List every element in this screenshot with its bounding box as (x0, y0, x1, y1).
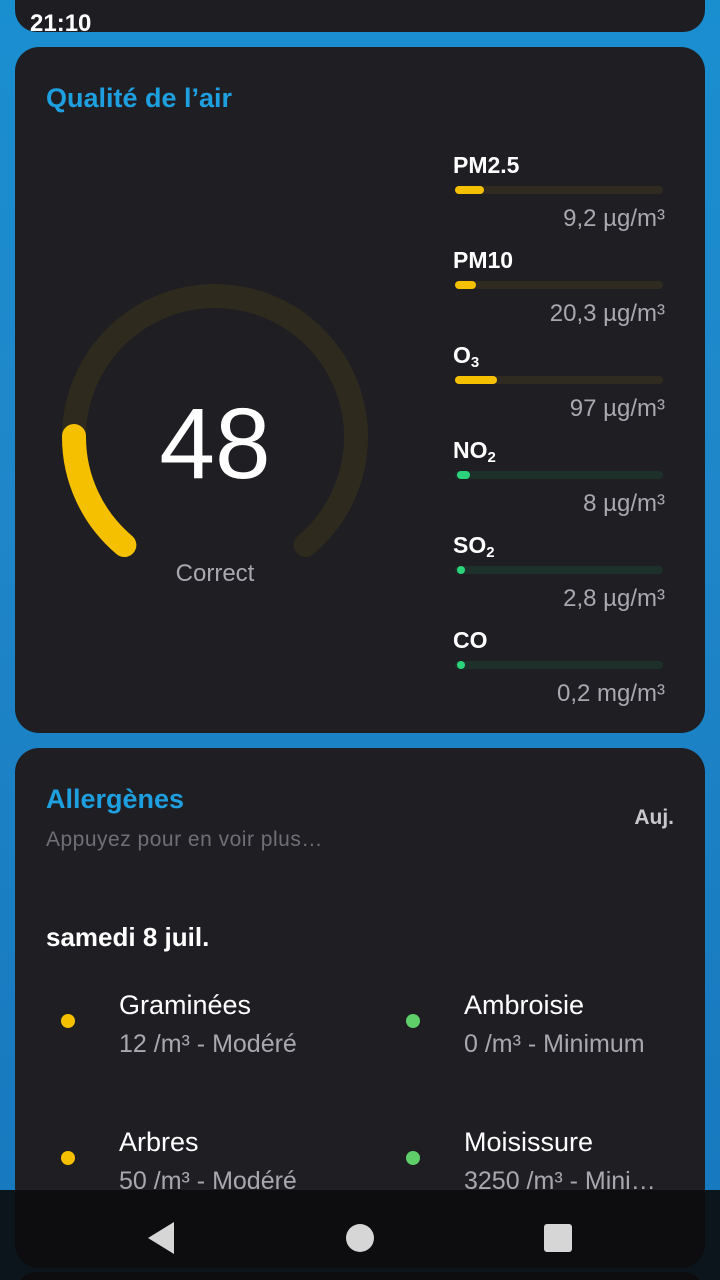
back-icon[interactable] (142, 1218, 182, 1258)
navigation-bar (0, 1190, 720, 1280)
pollutant-symbol: O (453, 342, 471, 368)
pollutant-value: 9,2 µg/m³ (563, 205, 665, 232)
allergen-name: Graminées (119, 990, 252, 1020)
pollutant-value: 20,3 µg/m³ (549, 300, 665, 327)
status-bar: 21:10 (0, 0, 720, 37)
pollutant-value: 2,8 µg/m³ (563, 585, 665, 612)
allergen-name: Arbres (119, 1127, 199, 1157)
allergens-date: samedi 8 juil. (46, 922, 210, 952)
allergen-item[interactable]: Ambroisie 0 /m³ - Minimum (406, 990, 706, 1070)
pollutant-bar (455, 661, 663, 669)
pollutant-bar (455, 376, 663, 384)
air-quality-title: Qualité de l’air (46, 83, 233, 113)
aqi-label: Correct (175, 560, 255, 587)
pollutant-name: SO2 (453, 532, 495, 561)
pollutant-bar (455, 186, 663, 194)
pollutant-row: SO2 2,8 µg/m³ (453, 532, 683, 622)
pollutant-symbol: CO (453, 627, 488, 653)
pollutant-row: CO 0,2 mg/m³ (453, 627, 683, 717)
pollutant-name: PM2.5 (453, 152, 519, 179)
pollutant-name: PM10 (453, 247, 513, 274)
aqi-gauge: 48 Correct (55, 277, 375, 617)
pollutant-value: 8 µg/m³ (583, 490, 665, 517)
pollutant-name: O3 (453, 342, 479, 371)
pollutant-row: O3 97 µg/m³ (453, 342, 683, 432)
pollutant-symbol: PM2.5 (453, 152, 520, 178)
pollutant-value: 97 µg/m³ (569, 395, 665, 422)
allergen-level-dot (61, 1014, 75, 1028)
pollutant-row: NO2 8 µg/m³ (453, 437, 683, 527)
pollutant-bar-fill (457, 661, 465, 669)
pollutant-name: CO (453, 627, 488, 654)
allergens-title: Allergènes (46, 784, 185, 814)
allergen-level-dot (61, 1151, 75, 1165)
pollutant-subscript: 3 (470, 354, 480, 371)
allergens-period[interactable]: Auj. (634, 806, 674, 830)
allergen-level-dot (406, 1014, 420, 1028)
pollutant-value: 0,2 mg/m³ (556, 680, 665, 707)
pollutant-bar-fill (457, 566, 465, 574)
recents-icon[interactable] (538, 1218, 578, 1258)
pollutant-subscript: 2 (487, 449, 496, 466)
pollutant-symbol: SO (453, 532, 487, 558)
pollutant-bar-fill (455, 281, 476, 289)
pollutant-row: PM10 20,3 µg/m³ (453, 247, 683, 337)
pollutant-bar-fill (455, 186, 484, 194)
allergen-detail: 12 /m³ - Modéré (119, 1030, 297, 1058)
air-quality-card[interactable]: Qualité de l’air 48 Correct PM2.5 9,2 µg/… (15, 47, 705, 733)
pollutant-name: NO2 (453, 437, 496, 466)
allergen-level-dot (406, 1151, 420, 1165)
allergen-name: Moisissure (464, 1127, 594, 1157)
pollutant-row: PM2.5 9,2 µg/m³ (453, 152, 683, 242)
allergens-subtitle: Appuyez pour en voir plus… (46, 828, 323, 851)
home-icon[interactable] (340, 1218, 380, 1258)
pollutant-bar-fill (455, 376, 497, 384)
allergen-name: Ambroisie (464, 990, 585, 1020)
pollutant-bar (455, 471, 663, 479)
allergen-detail: 0 /m³ - Minimum (464, 1030, 645, 1058)
pollutant-bar (455, 566, 663, 574)
top-card-edge (15, 0, 705, 32)
pollutant-bar-fill (457, 471, 470, 479)
pollutant-bar (455, 281, 663, 289)
pollutant-symbol: NO (453, 437, 488, 463)
status-time: 21:10 (30, 10, 92, 37)
pollutant-subscript: 2 (486, 544, 495, 561)
allergen-item[interactable]: Graminées 12 /m³ - Modéré (61, 990, 361, 1070)
pollutant-symbol: PM10 (453, 247, 514, 273)
aqi-value: 48 (159, 388, 271, 500)
